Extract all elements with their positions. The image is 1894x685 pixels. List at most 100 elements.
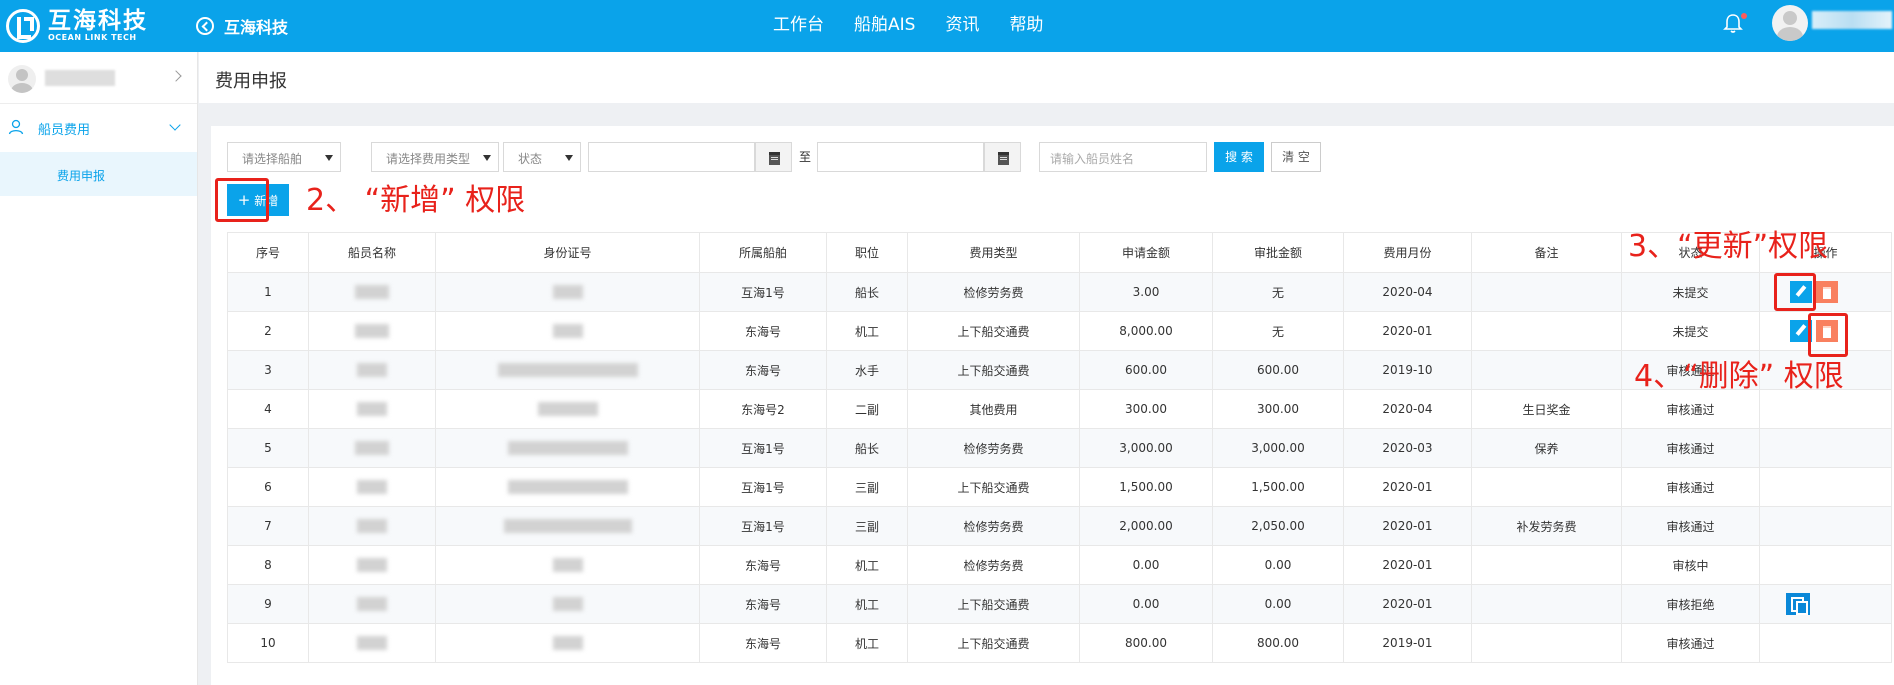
cell-status: 审核通过 [1621, 428, 1760, 468]
company-logo[interactable]: 互海科技 OCEAN LINK TECH [6, 5, 156, 47]
sidebar-avatar [8, 65, 36, 93]
fee-type-select[interactable]: 请选择费用类型 [371, 142, 499, 172]
cell-month: 2020-01 [1343, 584, 1472, 624]
table-row[interactable]: 8 东海号 机工 检修劳务费 0.00 0.00 2020-01 审核中 [227, 545, 1892, 585]
table-row[interactable]: 7 互海1号 三副 检修劳务费 2,000.00 2,050.00 2020-0… [227, 506, 1892, 546]
sidebar-item-expense-report[interactable]: 费用申报 [0, 152, 197, 196]
cell-ship: 东海号 [699, 584, 827, 624]
cell-fee-type: 上下船交通费 [907, 584, 1080, 624]
copy-icon[interactable] [1786, 593, 1810, 615]
calendar-icon[interactable] [755, 142, 792, 172]
nav-item-workbench[interactable]: 工作台 [773, 10, 824, 35]
cell-ship: 互海1号 [699, 428, 827, 468]
page-title: 费用申报 [215, 71, 287, 92]
cell-apply-amount: 300.00 [1079, 389, 1213, 429]
logo-english-name: OCEAN LINK TECH [48, 33, 137, 42]
cell-apply-amount: 0.00 [1079, 584, 1213, 624]
cell-fee-type: 其他费用 [907, 389, 1080, 429]
redacted-id-number [537, 402, 598, 417]
cell-no: 3 [227, 350, 309, 390]
cell-fee-type: 上下船交通费 [907, 467, 1080, 507]
cell-crew-name [308, 389, 436, 429]
redacted-id-number [552, 324, 583, 339]
column-header: 职位 [826, 232, 908, 273]
cell-crew-name [308, 350, 436, 390]
nav-item-news[interactable]: 资讯 [945, 10, 979, 35]
cell-crew-name [308, 623, 436, 663]
redacted-crew-name [357, 597, 387, 612]
search-button[interactable]: 搜 索 [1214, 142, 1264, 172]
user-avatar[interactable] [1772, 5, 1808, 41]
cell-crew-name [308, 545, 436, 585]
calendar-icon[interactable] [984, 142, 1021, 172]
cell-remark: 补发劳务费 [1471, 506, 1622, 546]
table-row[interactable]: 4 东海号2 二副 其他费用 300.00 300.00 2020-04 生日奖… [227, 389, 1892, 429]
cell-position: 船长 [826, 428, 908, 468]
crew-name-input[interactable]: 请输入船员姓名 [1039, 142, 1207, 172]
table-row[interactable]: 6 互海1号 三副 上下船交通费 1,500.00 1,500.00 2020-… [227, 467, 1892, 507]
cell-status: 审核通过 [1621, 623, 1760, 663]
redacted-id-number [552, 597, 583, 612]
redacted-id-number [503, 519, 632, 534]
cell-id-number [435, 272, 700, 312]
caret-down-icon [325, 155, 333, 161]
redacted-id-number [507, 441, 628, 456]
user-name-redacted[interactable] [1812, 11, 1892, 29]
cell-ship: 互海1号 [699, 506, 827, 546]
annotation-box-update [1774, 273, 1816, 311]
cell-position: 机工 [826, 623, 908, 663]
cell-approve-amount: 0.00 [1212, 545, 1344, 585]
sidebar-menu-crew-expenses[interactable]: 船员费用 [0, 104, 197, 152]
column-header: 序号 [227, 232, 309, 273]
cell-position: 机工 [826, 311, 908, 351]
ship-select[interactable]: 请选择船舶 [227, 142, 341, 172]
cell-month: 2020-01 [1343, 467, 1472, 507]
table-row[interactable]: 2 东海号 机工 上下船交通费 8,000.00 无 2020-01 未提交 [227, 311, 1892, 351]
cell-fee-type: 检修劳务费 [907, 506, 1080, 546]
sidebar-item-label: 费用申报 [57, 169, 106, 183]
column-header: 费用类型 [907, 232, 1080, 273]
table-row[interactable]: 1 互海1号 船长 检修劳务费 3.00 无 2020-04 未提交 [227, 272, 1892, 312]
cell-no: 7 [227, 506, 309, 546]
start-date-input[interactable] [588, 142, 755, 172]
table-row[interactable]: 10 东海号 机工 上下船交通费 800.00 800.00 2019-01 审… [227, 623, 1892, 663]
cell-month: 2019-01 [1343, 623, 1472, 663]
cell-no: 10 [227, 623, 309, 663]
expense-table: 序号 船员名称 身份证号 所属船舶 职位 费用类型 申请金额 审批金额 费用月份… [227, 232, 1892, 663]
delete-icon[interactable] [1816, 281, 1838, 303]
cell-position: 机工 [826, 545, 908, 585]
table-row[interactable]: 9 东海号 机工 上下船交通费 0.00 0.00 2020-01 审核拒绝 [227, 584, 1892, 624]
table-row[interactable]: 5 互海1号 船长 检修劳务费 3,000.00 3,000.00 2020-0… [227, 428, 1892, 468]
back-to-company-button[interactable]: 互海科技 [196, 10, 288, 42]
cell-no: 1 [227, 272, 309, 312]
redacted-id-number [507, 480, 628, 495]
cell-ship: 东海号 [699, 311, 827, 351]
main-nav: 工作台 船舶AIS 资讯 帮助 [773, 0, 1073, 44]
caret-down-icon [483, 155, 491, 161]
cell-actions [1759, 467, 1892, 507]
nav-item-ship-ais[interactable]: 船舶AIS [854, 10, 915, 35]
cell-position: 三副 [826, 506, 908, 546]
sidebar-user-name-redacted [45, 70, 115, 86]
cell-position: 船长 [826, 272, 908, 312]
status-select[interactable]: 状态 [503, 142, 581, 172]
cell-fee-type: 上下船交通费 [907, 623, 1080, 663]
sidebar-user-profile[interactable] [0, 52, 197, 104]
cell-position: 机工 [826, 584, 908, 624]
cell-id-number [435, 545, 700, 585]
end-date-input[interactable] [817, 142, 984, 172]
redacted-crew-name [355, 285, 389, 300]
cell-no: 2 [227, 311, 309, 351]
back-label: 互海科技 [224, 18, 289, 37]
cell-ship: 互海1号 [699, 467, 827, 507]
column-header: 审批金额 [1212, 232, 1344, 273]
nav-item-help[interactable]: 帮助 [1009, 10, 1043, 35]
cell-crew-name [308, 311, 436, 351]
clear-button[interactable]: 清 空 [1271, 142, 1321, 172]
annotation-add-permission: 2、 “新增” 权限 [306, 183, 526, 218]
cell-approve-amount: 2,050.00 [1212, 506, 1344, 546]
cell-no: 4 [227, 389, 309, 429]
cell-ship: 东海号2 [699, 389, 827, 429]
cell-id-number [435, 311, 700, 351]
redacted-id-number [552, 636, 583, 651]
